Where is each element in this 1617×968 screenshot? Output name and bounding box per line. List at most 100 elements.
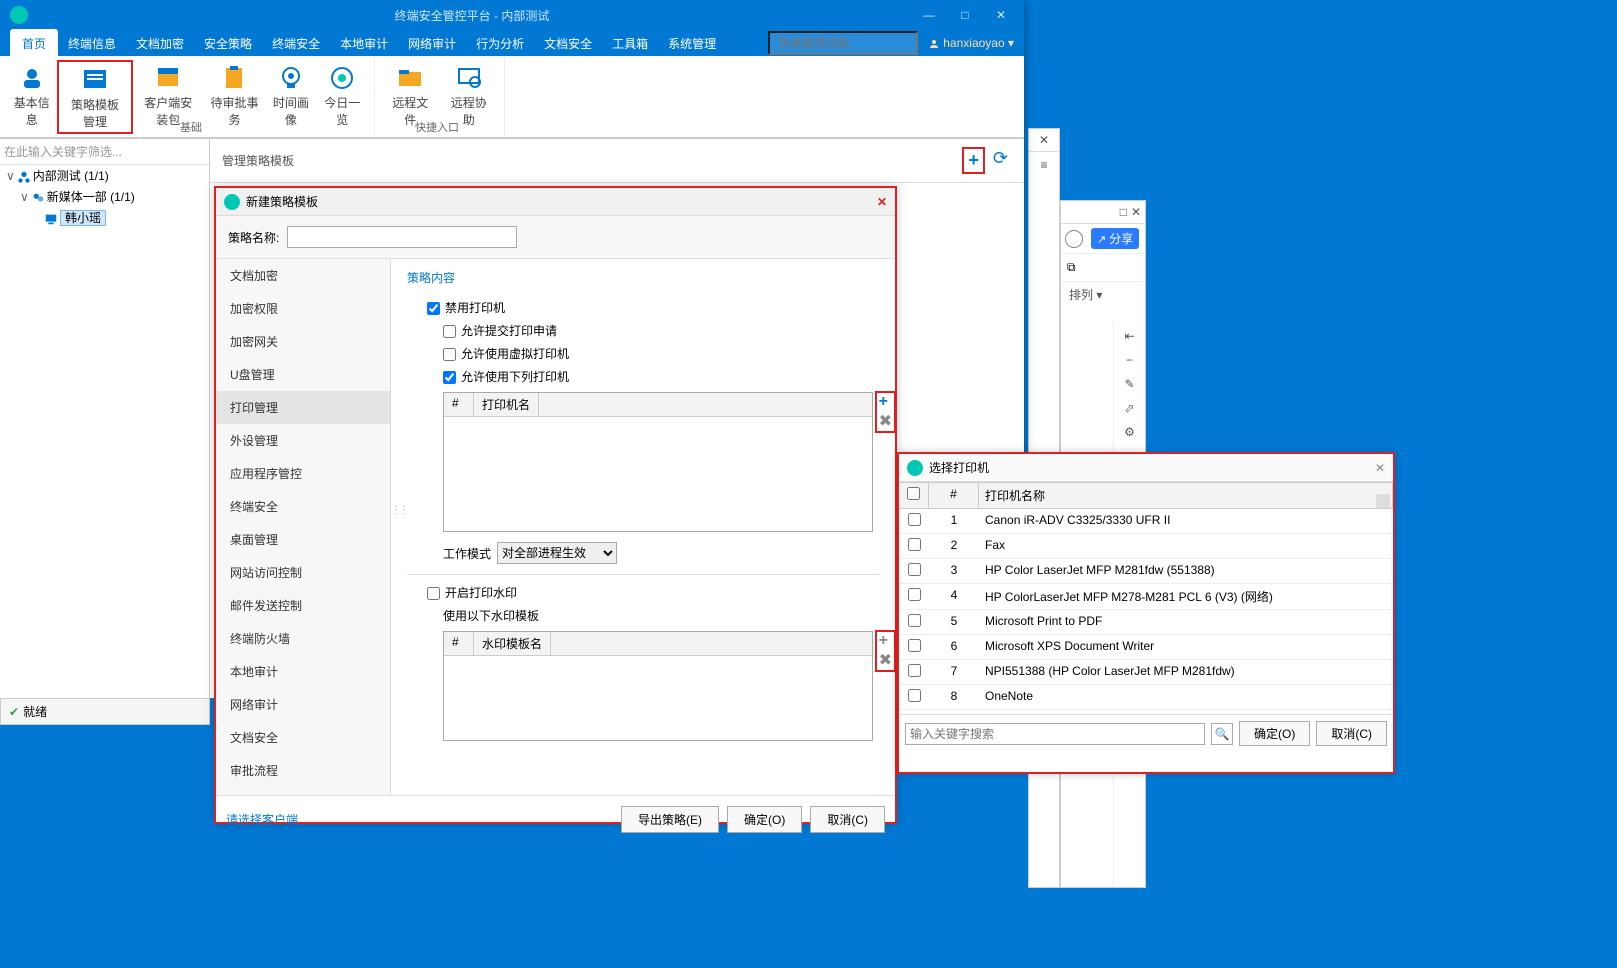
cat-print[interactable]: 打印管理	[216, 391, 390, 424]
row-checkbox[interactable]	[908, 664, 921, 677]
cb-allow-following[interactable]	[443, 371, 456, 384]
printer-row[interactable]: 5Microsoft Print to PDF	[899, 610, 1393, 635]
add-printer-button[interactable]: +	[877, 393, 894, 411]
menu-terminal-security[interactable]: 终端安全	[262, 31, 330, 56]
cat-firewall[interactable]: 终端防火墙	[216, 622, 390, 655]
collapse-icon[interactable]: ⇤	[1124, 329, 1134, 343]
cursor-icon[interactable]: ⬀	[1124, 401, 1134, 415]
row-checkbox[interactable]	[908, 639, 921, 652]
cat-doc-encrypt[interactable]: 文档加密	[216, 259, 390, 292]
row-checkbox[interactable]	[908, 538, 921, 551]
maximize-button[interactable]: □	[947, 2, 983, 28]
hamburger-icon[interactable]: ≡	[1029, 152, 1059, 178]
cb-allow-submit[interactable]	[443, 325, 456, 338]
maximize-icon[interactable]: □	[1120, 205, 1127, 219]
cb-disable-printer[interactable]	[427, 302, 440, 315]
ribbon-pending-approval[interactable]: 待审批事务	[204, 60, 265, 134]
cat-network-audit[interactable]: 网络审计	[216, 688, 390, 721]
share-button[interactable]: ↗ 分享	[1091, 228, 1139, 249]
cb-allow-virtual[interactable]	[443, 348, 456, 361]
row-checkbox[interactable]	[908, 614, 921, 627]
dialog-close-button[interactable]: ✕	[877, 195, 887, 209]
menu-doc-encrypt[interactable]: 文档加密	[126, 31, 194, 56]
clipboard-icon	[220, 64, 248, 92]
cat-terminal-sec[interactable]: 终端安全	[216, 490, 390, 523]
tree-search-input[interactable]: 在此输入关键字筛选...	[0, 139, 209, 165]
search-icon[interactable]: 🔍	[1211, 723, 1233, 745]
cat-email[interactable]: 邮件发送控制	[216, 589, 390, 622]
row-printer-name: Microsoft XPS Document Writer	[979, 635, 1393, 659]
close-icon[interactable]: ✕	[1131, 205, 1141, 219]
tree-node-dept[interactable]: ∨新媒体一部 (1/1)	[0, 186, 209, 207]
menu-network-audit[interactable]: 网络审计	[398, 31, 466, 56]
remove-printer-button[interactable]: ✖	[877, 411, 894, 431]
ribbon-policy-template[interactable]: 策略模板管理	[57, 60, 132, 134]
scrollbar-thumb[interactable]	[1376, 494, 1390, 508]
menu-system[interactable]: 系统管理	[658, 31, 726, 56]
policy-name-input[interactable]	[287, 226, 517, 248]
user-icon	[928, 38, 940, 50]
cat-usb[interactable]: U盘管理	[216, 358, 390, 391]
cb-enable-watermark[interactable]	[427, 587, 440, 600]
work-mode-select[interactable]: 对全部进程生效	[497, 542, 617, 564]
printer-row[interactable]: 7NPI551388 (HP Color LaserJet MFP M281fd…	[899, 660, 1393, 685]
row-num: 4	[929, 584, 979, 609]
footer-hint[interactable]: 请选择客户端	[226, 811, 298, 828]
printer-row[interactable]: 6Microsoft XPS Document Writer	[899, 635, 1393, 660]
menu-terminal-info[interactable]: 终端信息	[58, 31, 126, 56]
refresh-button[interactable]: ⟳	[989, 147, 1012, 174]
select-all-checkbox[interactable]	[907, 487, 920, 500]
ribbon-today-overview[interactable]: 今日一览	[317, 60, 368, 134]
cat-desktop[interactable]: 桌面管理	[216, 523, 390, 556]
printer-dialog-close[interactable]: ✕	[1375, 461, 1385, 475]
ok-button[interactable]: 确定(O)	[727, 806, 802, 833]
settings-icon[interactable]: ⚙	[1124, 425, 1135, 439]
ribbon-basic-info[interactable]: 基本信息	[6, 60, 57, 134]
cat-approval[interactable]: 审批流程	[216, 754, 390, 787]
cat-doc-security[interactable]: 文档安全	[216, 721, 390, 754]
user-menu[interactable]: hanxiaoyao ▾	[928, 36, 1014, 50]
minimize-button[interactable]: —	[911, 2, 947, 28]
cat-accessory[interactable]: 附属功能	[216, 787, 390, 795]
printer-row[interactable]: 4HP ColorLaserJet MFP M278-M281 PCL 6 (V…	[899, 584, 1393, 610]
tree-node-root[interactable]: ∨内部测试 (1/1)	[0, 165, 209, 186]
cat-encrypt-gateway[interactable]: 加密网关	[216, 325, 390, 358]
printer-ok-button[interactable]: 确定(O)	[1239, 721, 1310, 746]
printer-search-input[interactable]	[905, 723, 1205, 745]
row-checkbox[interactable]	[908, 588, 921, 601]
cancel-button[interactable]: 取消(C)	[810, 806, 885, 833]
export-policy-button[interactable]: 导出策略(E)	[621, 806, 719, 833]
menu-toolbox[interactable]: 工具箱	[602, 31, 658, 56]
cat-encrypt-perm[interactable]: 加密权限	[216, 292, 390, 325]
minus-icon[interactable]: −	[1126, 353, 1133, 367]
menu-doc-security[interactable]: 文档安全	[534, 31, 602, 56]
close-icon[interactable]: ✕	[1029, 129, 1059, 152]
cloud-icon[interactable]	[1065, 230, 1083, 248]
menu-behavior[interactable]: 行为分析	[466, 31, 534, 56]
add-watermark-button[interactable]: +	[877, 632, 894, 650]
quick-search-input[interactable]	[768, 31, 918, 55]
cat-web-access[interactable]: 网站访问控制	[216, 556, 390, 589]
menu-local-audit[interactable]: 本地审计	[330, 31, 398, 56]
printer-row[interactable]: 8OneNote	[899, 685, 1393, 710]
add-policy-button[interactable]: +	[962, 147, 985, 174]
pencil-icon[interactable]: ✎	[1124, 377, 1134, 391]
printer-row[interactable]: 3HP Color LaserJet MFP M281fdw (551388)	[899, 559, 1393, 584]
cat-peripheral[interactable]: 外设管理	[216, 424, 390, 457]
arrange-icon[interactable]: ⧉	[1061, 254, 1082, 281]
close-button[interactable]: ✕	[983, 2, 1019, 28]
row-checkbox[interactable]	[908, 563, 921, 576]
cat-local-audit[interactable]: 本地审计	[216, 655, 390, 688]
menu-home[interactable]: 首页	[10, 29, 58, 58]
menu-security-policy[interactable]: 安全策略	[194, 31, 262, 56]
row-checkbox[interactable]	[908, 689, 921, 702]
remove-watermark-button[interactable]: ✖	[877, 650, 894, 670]
cat-app-control[interactable]: 应用程序管控	[216, 457, 390, 490]
tree-node-user[interactable]: 韩小瑶	[0, 207, 209, 228]
row-checkbox[interactable]	[908, 513, 921, 526]
sort-dropdown[interactable]: 排列 ▾	[1061, 282, 1145, 307]
ribbon-time-profile[interactable]: 时间画像	[265, 60, 316, 134]
printer-row[interactable]: 2Fax	[899, 534, 1393, 559]
printer-row[interactable]: 1Canon iR-ADV C3325/3330 UFR II	[899, 509, 1393, 534]
printer-cancel-button[interactable]: 取消(C)	[1316, 721, 1387, 746]
